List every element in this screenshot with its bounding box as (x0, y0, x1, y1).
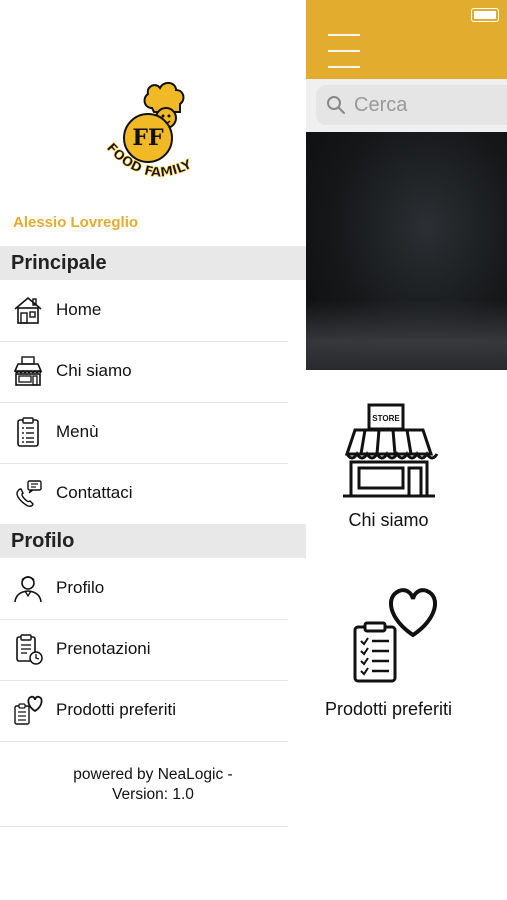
sidebar-item-menu[interactable]: Menù (0, 402, 288, 464)
top-bar (306, 0, 507, 79)
search-bar (306, 79, 507, 132)
battery-icon (471, 8, 499, 22)
sidebar-item-label: Contattaci (56, 483, 133, 502)
search-field[interactable] (316, 85, 507, 125)
food-family-logo: FF FOOD FAMILY (103, 82, 195, 181)
clipboard-icon (17, 417, 39, 447)
sidebar-item-profilo[interactable]: Profilo (0, 558, 288, 620)
hero-image (306, 132, 507, 370)
tile-label: Chi siamo (348, 510, 429, 530)
house-icon (14, 296, 42, 324)
section-title: Principale (11, 252, 107, 274)
logo-monogram: FF (132, 125, 164, 151)
footer-powered-by: powered by NeaLogic - (73, 766, 233, 783)
sidebar-item-label: Profilo (56, 578, 105, 597)
tile-label: Prodotti preferiti (324, 699, 453, 719)
store-icon (13, 356, 43, 386)
user-name: Alessio Lovreglio (13, 214, 139, 231)
footer-credits: powered by NeaLogic - Version: 1.0 (0, 765, 306, 805)
sidebar-item-chi-siamo[interactable]: Chi siamo (0, 341, 288, 403)
sidebar-item-label: Home (56, 300, 102, 319)
section-header-profilo: Profilo (0, 524, 306, 558)
sidebar-item-label: Prodotti preferiti (56, 700, 176, 719)
sidebar-item-label: Chi siamo (56, 361, 132, 380)
tile-chi-siamo[interactable]: STORE Chi siamo (306, 400, 471, 531)
store-sign-text: STORE (372, 414, 400, 423)
sidebar-item-prenotazioni[interactable]: Prenotazioni (0, 619, 288, 681)
divider (0, 826, 288, 827)
section-header-principale: Principale (0, 246, 306, 280)
main-panel: STORE Chi siamo Prodott (306, 0, 507, 900)
sidebar-item-prodotti-preferiti[interactable]: Prodotti preferiti (0, 680, 288, 742)
search-input[interactable] (352, 92, 496, 118)
store-icon: STORE (342, 403, 438, 498)
sidebar-item-contattaci[interactable]: Contattaci (0, 463, 288, 525)
user-icon (14, 576, 42, 603)
side-drawer: FF FOOD FAMILY Alessio Lovreglio Princip… (0, 0, 306, 900)
tile-prodotti-preferiti[interactable]: Prodotti preferiti (306, 585, 471, 720)
search-icon (327, 96, 345, 114)
phone-chat-icon (16, 480, 42, 507)
footer-version: Version: 1.0 (112, 786, 194, 803)
hamburger-menu-button[interactable] (328, 34, 362, 68)
section-title: Profilo (11, 530, 75, 552)
sidebar-item-label: Menù (56, 422, 99, 441)
sidebar-item-label: Prenotazioni (56, 639, 151, 658)
clipboard-heart-icon (353, 588, 437, 683)
clipboard-clock-icon (16, 634, 43, 665)
clipboard-heart-icon (14, 695, 43, 725)
sidebar-item-home[interactable]: Home (0, 280, 288, 342)
